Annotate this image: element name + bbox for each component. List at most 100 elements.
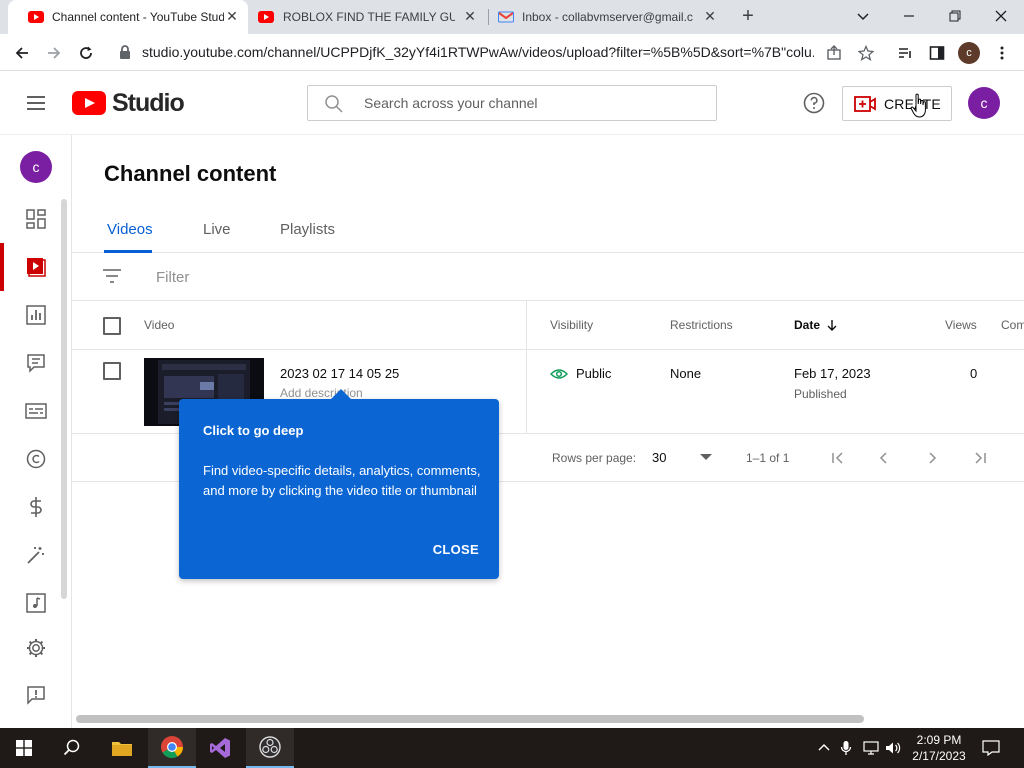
address-bar[interactable]: studio.youtube.com/channel/UCPPDjfK_32yY… xyxy=(142,44,814,60)
studio-logo[interactable]: Studio xyxy=(72,88,185,117)
last-page-icon[interactable] xyxy=(968,446,992,470)
content-icon[interactable] xyxy=(24,255,48,279)
row-checkbox[interactable] xyxy=(103,362,121,380)
rows-per-page-select[interactable]: 30 xyxy=(652,450,666,465)
file-explorer-icon[interactable] xyxy=(98,728,146,768)
restore-icon[interactable] xyxy=(943,4,967,28)
tab-playlists[interactable]: Playlists xyxy=(280,221,335,238)
customization-icon[interactable] xyxy=(24,543,48,567)
sort-arrow-down-icon xyxy=(827,320,837,331)
video-title[interactable]: 2023 02 17 14 05 25 xyxy=(280,366,399,381)
hamburger-menu-icon[interactable] xyxy=(24,91,48,115)
date-status: Published xyxy=(794,387,847,401)
audio-library-icon[interactable] xyxy=(24,591,48,615)
sidebar-active-indicator xyxy=(0,243,4,291)
taskbar-clock[interactable]: 2:09 PM 2/17/2023 xyxy=(908,732,970,764)
browser-tab-title: ROBLOX FIND THE FAMILY GUY... xyxy=(283,10,455,24)
column-header-comments[interactable]: Com xyxy=(1001,318,1024,332)
tab-live[interactable]: Live xyxy=(203,221,231,238)
coach-mark-close-button[interactable]: CLOSE xyxy=(433,542,479,557)
side-panel-icon[interactable] xyxy=(925,41,949,65)
reading-list-icon[interactable] xyxy=(893,41,917,65)
lock-icon[interactable] xyxy=(117,44,133,60)
browser-tab-gmail[interactable]: Inbox - collabvmserver@gmail.c ✕ xyxy=(488,0,728,34)
column-header-date-label: Date xyxy=(794,318,821,332)
earn-icon[interactable] xyxy=(24,495,48,519)
browser-tab-title: Inbox - collabvmserver@gmail.c xyxy=(522,10,693,24)
sidebar-channel-avatar[interactable]: c xyxy=(20,151,52,183)
tab-videos[interactable]: Videos xyxy=(107,221,153,238)
feedback-icon[interactable] xyxy=(24,683,48,707)
close-tab-icon[interactable]: ✕ xyxy=(702,8,718,24)
sidebar-scrollbar[interactable] xyxy=(61,199,67,599)
restrictions-value: None xyxy=(670,366,702,381)
forward-icon[interactable] xyxy=(42,41,66,65)
column-header-restrictions[interactable]: Restrictions xyxy=(670,318,733,332)
settings-icon[interactable] xyxy=(24,636,48,660)
dashboard-icon[interactable] xyxy=(24,207,48,231)
comments-icon[interactable] xyxy=(24,351,48,375)
filter-bar[interactable]: Filter xyxy=(72,253,1024,301)
analytics-icon[interactable] xyxy=(24,303,48,327)
column-header-video: Video xyxy=(144,318,175,332)
caret-down-icon[interactable] xyxy=(700,454,712,460)
search-input[interactable] xyxy=(364,92,704,114)
subtitles-icon[interactable] xyxy=(24,399,48,423)
account-avatar[interactable]: c xyxy=(968,87,1000,119)
create-button[interactable]: CREATE xyxy=(842,86,952,121)
tab-search-icon[interactable] xyxy=(851,4,875,28)
column-header-visibility[interactable]: Visibility xyxy=(550,318,593,332)
notifications-icon[interactable] xyxy=(982,739,1000,757)
column-header-views[interactable]: Views xyxy=(945,318,977,332)
close-tab-icon[interactable]: ✕ xyxy=(462,8,478,24)
youtube-icon xyxy=(28,11,44,23)
coach-mark-body: Find video-specific details, analytics, … xyxy=(203,463,481,498)
reload-icon[interactable] xyxy=(74,41,98,65)
browser-tab-roblox[interactable]: ROBLOX FIND THE FAMILY GUY... ✕ xyxy=(248,0,488,34)
taskbar-search-icon[interactable] xyxy=(48,728,96,768)
share-icon[interactable] xyxy=(822,41,846,65)
next-page-icon[interactable] xyxy=(920,446,944,470)
help-icon[interactable] xyxy=(802,91,826,115)
windows-taskbar: 2:09 PM 2/17/2023 xyxy=(0,728,1024,768)
visibility-cell[interactable]: Public xyxy=(550,366,611,381)
bookmark-star-icon[interactable] xyxy=(854,41,878,65)
close-window-icon[interactable] xyxy=(989,4,1013,28)
studio-sidebar: c xyxy=(0,135,72,728)
views-value: 0 xyxy=(970,366,978,381)
volume-icon[interactable] xyxy=(884,739,902,757)
microphone-icon[interactable] xyxy=(837,739,855,757)
back-icon[interactable] xyxy=(10,41,34,65)
studio-logo-text: Studio xyxy=(112,88,185,117)
select-all-checkbox[interactable] xyxy=(103,317,121,335)
network-icon[interactable] xyxy=(862,739,880,757)
filter-input[interactable]: Filter xyxy=(156,269,189,286)
first-page-icon[interactable] xyxy=(826,446,850,470)
hand-cursor-icon xyxy=(910,93,926,118)
chrome-taskbar-icon[interactable] xyxy=(148,728,196,768)
channel-search-box[interactable] xyxy=(307,85,717,121)
minimize-icon[interactable] xyxy=(897,4,921,28)
windows-start-icon[interactable] xyxy=(0,728,48,768)
visual-studio-icon[interactable] xyxy=(196,728,244,768)
previous-page-icon[interactable] xyxy=(872,446,896,470)
studio-header: Studio CREATE c xyxy=(0,71,1024,135)
youtube-icon xyxy=(258,11,274,23)
gmail-icon xyxy=(498,11,514,23)
column-header-date[interactable]: Date xyxy=(794,318,839,332)
browser-tab-youtube-studio[interactable]: Channel content - YouTube Stud ✕ xyxy=(8,0,248,34)
new-tab-button[interactable]: + xyxy=(737,6,759,28)
show-hidden-icons-icon[interactable] xyxy=(815,739,833,757)
clock-time: 2:09 PM xyxy=(916,733,962,747)
browser-menu-icon[interactable] xyxy=(990,41,1014,65)
horizontal-scrollbar[interactable] xyxy=(76,715,864,723)
search-icon xyxy=(325,95,343,113)
copyright-icon[interactable] xyxy=(24,447,48,471)
browser-toolbar: studio.youtube.com/channel/UCPPDjfK_32yY… xyxy=(0,34,1024,71)
browser-profile-avatar[interactable]: c xyxy=(958,42,980,64)
close-tab-icon[interactable]: ✕ xyxy=(224,8,240,24)
browser-tab-title: Channel content - YouTube Stud xyxy=(52,10,224,24)
filter-icon[interactable] xyxy=(102,267,122,285)
youtube-logo-icon xyxy=(72,91,106,115)
obs-studio-icon[interactable] xyxy=(246,728,294,768)
